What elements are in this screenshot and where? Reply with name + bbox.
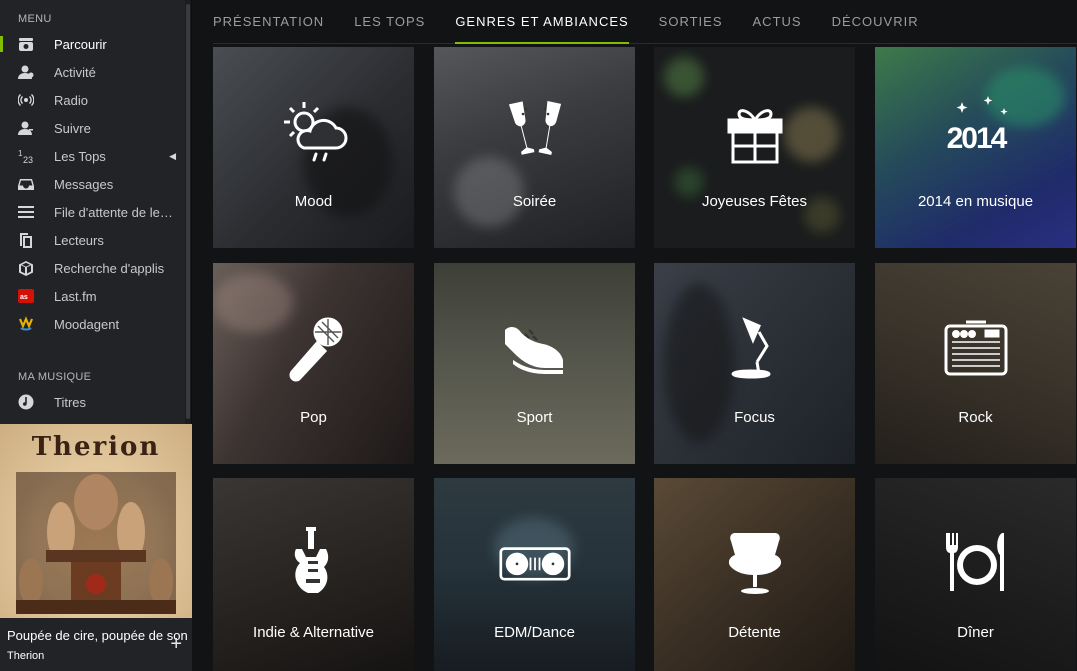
now-playing-track[interactable]: Poupée de cire, poupée de son (7, 628, 188, 643)
inbox-icon (17, 176, 35, 192)
tracks-icon (17, 394, 35, 410)
follow-icon (17, 120, 35, 136)
sidebar-item-label: Titres (54, 394, 87, 410)
genre-label: Dîner (957, 624, 994, 641)
my-music-heading: MA MUSIQUE (18, 371, 92, 383)
now-playing-artist[interactable]: Therion (7, 650, 44, 662)
genre-label: Sport (516, 409, 553, 426)
genre-label: Soirée (512, 193, 557, 210)
genre-tile-rock[interactable]: Rock (875, 263, 1076, 464)
activity-icon (17, 64, 35, 80)
genre-label: Focus (734, 409, 775, 426)
genre-tile-detente[interactable]: Détente (654, 478, 855, 671)
browse-icon (17, 36, 35, 52)
desk-lamp-icon (718, 313, 792, 383)
gift-icon (718, 97, 792, 167)
genre-label: Indie & Alternative (253, 624, 374, 641)
sidebar-item-messages[interactable]: Messages (0, 170, 186, 198)
queue-icon (17, 204, 35, 220)
genre-label: Rock (958, 409, 993, 426)
sidebar-item-moodagent[interactable]: Moodagent (0, 310, 186, 338)
tab-les-tops[interactable]: LES TOPS (354, 0, 425, 44)
sidebar-item-activite[interactable]: Activité (0, 58, 186, 86)
scrollbar-thumb[interactable] (186, 4, 190, 419)
sidebar-item-les-tops[interactable]: 1 23 Les Tops ◀ (0, 142, 186, 170)
collapse-arrow-icon[interactable]: ◀ (169, 151, 176, 162)
sneaker-icon (498, 313, 572, 383)
tab-presentation[interactable]: PRÉSENTATION (213, 0, 324, 44)
cover-band-logo: Therion (31, 432, 161, 462)
genre-label: Pop (300, 409, 327, 426)
genre-label: Joyeuses Fêtes (701, 193, 808, 210)
menu-heading: MENU (18, 13, 52, 25)
now-playing-bar: Poupée de cire, poupée de son Therion + (0, 618, 192, 671)
sidebar-item-lecteurs[interactable]: Lecteurs (0, 226, 186, 254)
genre-tile-focus[interactable]: Focus (654, 263, 855, 464)
amplifier-icon (939, 313, 1013, 383)
sidebar-scrollbar[interactable] (185, 0, 191, 424)
tab-genres-ambiances[interactable]: GENRES ET AMBIANCES (455, 0, 630, 44)
sidebar-item-label: Moodagent (54, 316, 120, 332)
genre-tile-joyeuses-fetes[interactable]: Joyeuses Fêtes (654, 47, 855, 248)
sidebar-item-titres[interactable]: Titres (0, 388, 186, 416)
sidebar-item-label: Last.fm (54, 288, 97, 304)
svg-text:2014: 2014 (946, 122, 1007, 155)
genre-tile-mood[interactable]: Mood (213, 47, 414, 248)
sidebar-item-label: Suivre (54, 120, 91, 136)
sidebar-menu-list: Parcourir Activité Radio Suivre 1 23 Les … (0, 30, 186, 338)
genre-tile-soiree[interactable]: Soirée (434, 47, 635, 248)
turntable-icon (498, 528, 572, 598)
radio-icon (17, 92, 35, 108)
sidebar-item-parcourir[interactable]: Parcourir (0, 30, 186, 58)
genre-tile-pop[interactable]: Pop (213, 263, 414, 464)
sidebar-item-label: Messages (54, 176, 114, 192)
sidebar-item-label: Parcourir (54, 36, 107, 52)
genre-tile-indie-alternative[interactable]: Indie & Alternative (213, 478, 414, 671)
devices-icon (17, 232, 35, 248)
lastfm-icon: as (17, 288, 35, 304)
album-cover[interactable]: Therion (0, 424, 192, 618)
sidebar-item-lastfm[interactable]: as Last.fm (0, 282, 186, 310)
album-artwork (16, 472, 176, 614)
sidebar-item-recherche-applis[interactable]: Recherche d'applis (0, 254, 186, 282)
sidebar-item-suivre[interactable]: Suivre (0, 114, 186, 142)
lounge-chair-icon (718, 528, 792, 598)
sidebar-item-radio[interactable]: Radio (0, 86, 186, 114)
sidebar-item-label: Recherche d'applis (54, 260, 165, 276)
browse-tabs: PRÉSENTATION LES TOPS GENRES ET AMBIANCE… (213, 0, 1077, 44)
sidebar-item-label: Lecteurs (54, 232, 104, 248)
tab-sorties[interactable]: SORTIES (659, 0, 723, 44)
sidebar-item-label: Activité (54, 64, 96, 80)
genre-tile-sport[interactable]: Sport (434, 263, 635, 464)
year-2014-icon: 2014 (939, 96, 1013, 167)
weather-icon (277, 97, 351, 167)
sidebar-item-label: Les Tops (54, 148, 106, 164)
champagne-icon (498, 97, 572, 167)
genre-tile-edm-dance[interactable]: EDM/Dance (434, 478, 635, 671)
plate-cutlery-icon (939, 528, 1013, 598)
sidebar-item-file-attente[interactable]: File d'attente de lecture (0, 198, 186, 226)
app-finder-icon (17, 260, 35, 276)
svg-text:as: as (20, 294, 28, 301)
genre-label: Mood (294, 193, 333, 210)
tab-decouvrir[interactable]: DÉCOUVRIR (832, 0, 919, 44)
genre-label: EDM/Dance (494, 624, 575, 641)
genre-tile-diner[interactable]: Dîner (875, 478, 1076, 671)
moodagent-icon (17, 316, 35, 332)
electric-guitar-icon (277, 527, 351, 598)
genre-tile-2014-en-musique[interactable]: 2014 2014 en musique (875, 47, 1076, 248)
genre-label: 2014 en musique (917, 193, 1034, 210)
sidebar-item-label: File d'attente de lecture (54, 204, 174, 220)
genre-label: Détente (728, 624, 781, 641)
microphone-icon (277, 313, 351, 383)
sidebar-item-label: Radio (54, 92, 88, 108)
add-to-collection-button[interactable]: + (170, 634, 182, 654)
tab-actus[interactable]: ACTUS (753, 0, 802, 44)
top-lists-icon: 1 23 (17, 148, 35, 164)
svg-text:23: 23 (23, 155, 33, 164)
